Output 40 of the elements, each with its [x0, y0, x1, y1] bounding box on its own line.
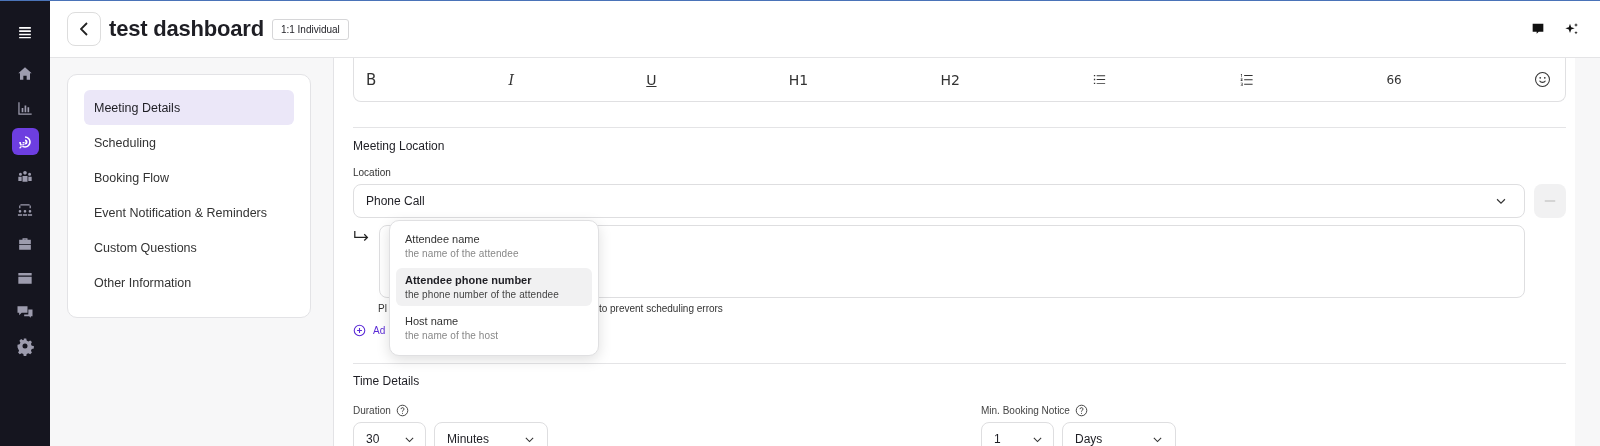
- section-nav-item[interactable]: Scheduling: [84, 125, 294, 160]
- amount-select[interactable]: 30: [353, 422, 426, 446]
- heading-button[interactable]: H1: [784, 69, 813, 90]
- smiley-icon: [1534, 71, 1551, 88]
- variable-option[interactable]: Attendee name the name of the attendee: [396, 227, 592, 265]
- help-icon: [395, 404, 409, 417]
- location-select[interactable]: Phone Call: [353, 184, 1525, 218]
- return-arrow-icon: [353, 229, 371, 244]
- quote-button[interactable]: 66: [1382, 70, 1406, 89]
- page-title: test dashboard: [109, 16, 264, 42]
- variable-option[interactable]: Host name the name of the host: [396, 309, 592, 347]
- unit-select[interactable]: Minutes: [434, 422, 548, 446]
- field-label: Min. Booking Notice: [981, 405, 1070, 416]
- underline-button[interactable]: U: [642, 69, 661, 90]
- add-location-link[interactable]: Ad: [373, 325, 386, 336]
- section-nav-item[interactable]: Other Information: [84, 265, 294, 300]
- helper-text: to prevent scheduling errors: [598, 303, 723, 315]
- event-type-badge: 1:1 Individual: [271, 18, 349, 40]
- section-nav-item[interactable]: Booking Flow: [84, 160, 294, 195]
- rail-button[interactable]: [11, 128, 39, 155]
- variable-option[interactable]: Attendee phone number the phone number of the attendee: [396, 268, 592, 306]
- numbered-list-icon: [1239, 72, 1255, 87]
- bullet-list-icon: [1092, 72, 1108, 87]
- bold-button[interactable]: B: [362, 68, 381, 91]
- amount-select[interactable]: 1: [981, 422, 1054, 446]
- back-button[interactable]: [67, 12, 101, 46]
- unit-select[interactable]: Days: [1062, 422, 1176, 446]
- help-icon: [1074, 404, 1088, 417]
- section-nav-item[interactable]: Meeting Details: [84, 90, 294, 125]
- section-nav-item[interactable]: Event Notification & Reminders: [84, 195, 294, 230]
- plus-circle-icon: [353, 324, 366, 337]
- helper-text: Pl: [378, 303, 387, 315]
- section-title: Time Details: [353, 373, 421, 389]
- heading-button[interactable]: H2: [936, 69, 964, 90]
- section-nav-item[interactable]: Custom Questions: [84, 230, 294, 265]
- field-label: Location: [353, 167, 392, 179]
- chevron-left-icon: [80, 22, 88, 36]
- italic-button[interactable]: I: [504, 69, 519, 90]
- field-label: Duration: [353, 405, 391, 416]
- section-title: Meeting Location: [353, 138, 446, 154]
